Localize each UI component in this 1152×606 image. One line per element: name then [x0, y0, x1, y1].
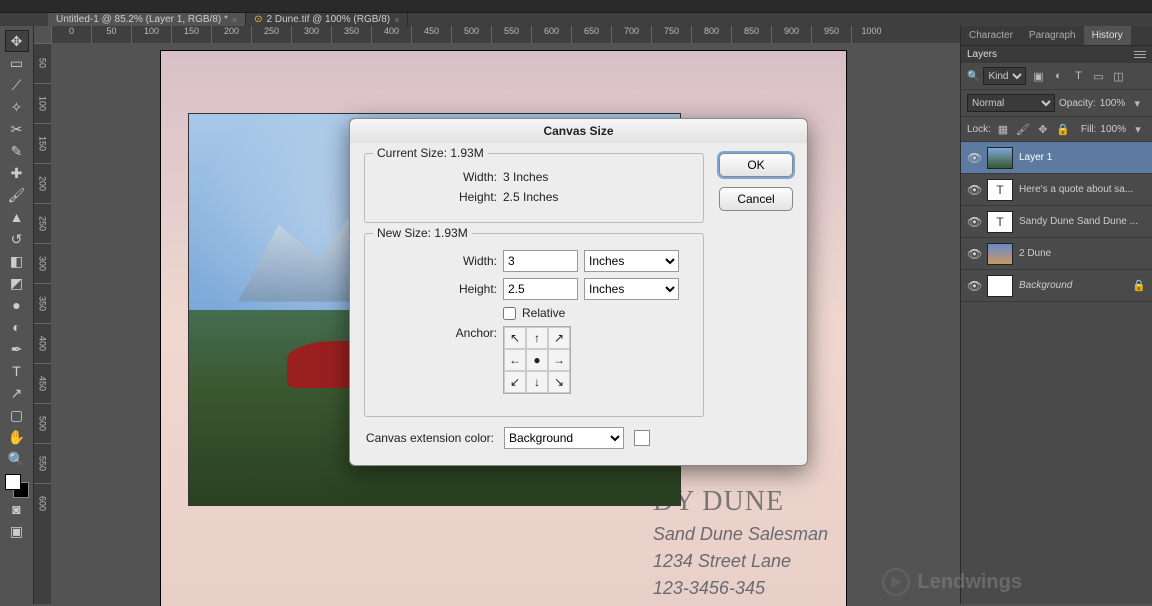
layer-thumb — [987, 275, 1013, 297]
relative-checkbox[interactable] — [503, 307, 516, 320]
visibility-icon[interactable]: 👁 — [967, 279, 981, 293]
marquee-tool[interactable]: ▭ — [5, 52, 29, 74]
layers-panel-tab[interactable]: Layers — [967, 49, 997, 60]
layer-row[interactable]: 👁 T Here's a quote about sa... — [961, 174, 1152, 206]
anchor-se[interactable]: ↘ — [548, 371, 570, 393]
dodge-tool[interactable]: ◐ — [5, 316, 29, 338]
lasso-tool[interactable]: ⟋ — [5, 74, 29, 96]
visibility-icon[interactable]: 👁 — [967, 247, 981, 261]
anchor-w[interactable]: ← — [504, 349, 526, 371]
blend-mode-select[interactable]: Normal — [967, 94, 1055, 112]
lock-pos-icon[interactable]: ✥ — [1035, 121, 1051, 137]
brush-tool[interactable]: 🖌 — [5, 184, 29, 206]
close-icon[interactable]: × — [232, 15, 237, 25]
layer-row[interactable]: 👁 Layer 1 — [961, 142, 1152, 174]
anchor-n[interactable]: ↑ — [526, 327, 548, 349]
type-tool[interactable]: T — [5, 360, 29, 382]
watermark: Lendwings — [882, 568, 1022, 596]
ruler-vertical: 50100150200250300350400450500550600 — [34, 43, 51, 604]
lock-paint-icon[interactable]: 🖌 — [1015, 121, 1031, 137]
opacity-value[interactable]: 100% — [1100, 98, 1126, 109]
document-tabs: Untitled-1 @ 85.2% (Layer 1, RGB/8) *× ⊙… — [0, 13, 1152, 26]
crop-tool[interactable]: ✂ — [5, 118, 29, 140]
fill-value[interactable]: 100% — [1100, 124, 1126, 135]
filter-pixel-icon[interactable]: ▣ — [1030, 68, 1046, 84]
anchor-ne[interactable]: ↗ — [548, 327, 570, 349]
anchor-nw[interactable]: ↖ — [504, 327, 526, 349]
filter-type-icon[interactable]: T — [1070, 68, 1086, 84]
extension-color-select[interactable]: Background — [504, 427, 624, 449]
new-size-group: New Size: 1.93M Width: Inches Height: In… — [364, 233, 704, 417]
lock-trans-icon[interactable]: ▦ — [995, 121, 1011, 137]
visibility-icon[interactable]: 👁 — [967, 215, 981, 229]
cancel-button[interactable]: Cancel — [719, 187, 793, 211]
visibility-icon[interactable]: 👁 — [967, 151, 981, 165]
quickmask-tool[interactable]: ◙ — [5, 498, 29, 520]
lock-all-icon[interactable]: 🔒 — [1055, 121, 1071, 137]
panel-menu-icon[interactable] — [1134, 51, 1146, 58]
lock-icon: 🔒 — [1132, 279, 1146, 292]
color-swatches[interactable] — [5, 474, 29, 498]
layer-thumb — [987, 147, 1013, 169]
chevron-down-icon[interactable]: ▾ — [1130, 121, 1146, 137]
anchor-c[interactable]: ● — [526, 349, 548, 371]
layer-row[interactable]: 👁 2 Dune — [961, 238, 1152, 270]
stamp-tool[interactable]: ▲ — [5, 206, 29, 228]
anchor-sw[interactable]: ↙ — [504, 371, 526, 393]
tab-paragraph[interactable]: Paragraph — [1021, 26, 1084, 45]
layer-row[interactable]: 👁 Background 🔒 — [961, 270, 1152, 302]
path-tool[interactable]: ↗ — [5, 382, 29, 404]
current-size-group: Current Size: 1.93M Width:3 Inches Heigh… — [364, 153, 704, 223]
heal-tool[interactable]: ✚ — [5, 162, 29, 184]
layer-name: Sandy Dune Sand Dune ... — [1019, 216, 1138, 227]
height-input[interactable] — [503, 278, 578, 300]
screenmode-tool[interactable]: ▣ — [5, 520, 29, 542]
pen-tool[interactable]: ✒ — [5, 338, 29, 360]
doc-tab[interactable]: ⊙2 Dune.tif @ 100% (RGB/8)× — [246, 13, 408, 26]
chevron-down-icon[interactable]: ▾ — [1129, 95, 1145, 111]
tool-column: ✥ ▭ ⟋ ✧ ✂ ✎ ✚ 🖌 ▲ ↺ ◧ ◩ ● ◐ ✒ T ↗ ▢ ✋ 🔍 … — [0, 26, 34, 604]
right-panels: Character Paragraph History Layers 🔍 Kin… — [960, 26, 1152, 604]
hand-tool[interactable]: ✋ — [5, 426, 29, 448]
layer-thumb: T — [987, 211, 1013, 233]
history-brush-tool[interactable]: ↺ — [5, 228, 29, 250]
canvas-size-dialog: Canvas Size OK Cancel Current Size: 1.93… — [349, 118, 808, 466]
tab-character[interactable]: Character — [961, 26, 1021, 45]
extension-color-chip[interactable] — [634, 430, 650, 446]
filter-smart-icon[interactable]: ◫ — [1110, 68, 1126, 84]
layer-filter-row: 🔍 Kind ▣ ◐ T ▭ ◫ — [961, 63, 1152, 90]
shape-tool[interactable]: ▢ — [5, 404, 29, 426]
gradient-tool[interactable]: ◩ — [5, 272, 29, 294]
zoom-tool[interactable]: 🔍 — [5, 448, 29, 470]
layer-thumb: T — [987, 179, 1013, 201]
layer-thumb — [987, 243, 1013, 265]
filter-kind-select[interactable]: Kind — [983, 67, 1026, 85]
move-tool[interactable]: ✥ — [5, 30, 29, 52]
layer-name: Here's a quote about sa... — [1019, 184, 1133, 195]
doc-tab[interactable]: Untitled-1 @ 85.2% (Layer 1, RGB/8) *× — [48, 13, 246, 26]
filter-shape-icon[interactable]: ▭ — [1090, 68, 1106, 84]
eraser-tool[interactable]: ◧ — [5, 250, 29, 272]
layer-name: Background — [1019, 280, 1072, 291]
ruler-horizontal: 0501001502002503003504004505005506006507… — [51, 26, 960, 43]
anchor-grid: ↖↑↗ ←●→ ↙↓↘ — [503, 326, 571, 394]
layers-list: 👁 Layer 1 👁 T Here's a quote about sa... 👁 T Sa… — [961, 142, 1152, 604]
eyedropper-tool[interactable]: ✎ — [5, 140, 29, 162]
layer-name: 2 Dune — [1019, 248, 1051, 259]
filter-adjust-icon[interactable]: ◐ — [1050, 68, 1066, 84]
anchor-e[interactable]: → — [548, 349, 570, 371]
tab-history[interactable]: History — [1084, 26, 1131, 45]
close-icon[interactable]: × — [394, 15, 399, 25]
wand-tool[interactable]: ✧ — [5, 96, 29, 118]
dialog-title: Canvas Size — [350, 119, 807, 143]
width-unit-select[interactable]: Inches — [584, 250, 679, 272]
layer-name: Layer 1 — [1019, 152, 1052, 163]
anchor-s[interactable]: ↓ — [526, 371, 548, 393]
ok-button[interactable]: OK — [719, 153, 793, 177]
visibility-icon[interactable]: 👁 — [967, 183, 981, 197]
height-unit-select[interactable]: Inches — [584, 278, 679, 300]
blur-tool[interactable]: ● — [5, 294, 29, 316]
width-input[interactable] — [503, 250, 578, 272]
layer-row[interactable]: 👁 T Sandy Dune Sand Dune ... — [961, 206, 1152, 238]
